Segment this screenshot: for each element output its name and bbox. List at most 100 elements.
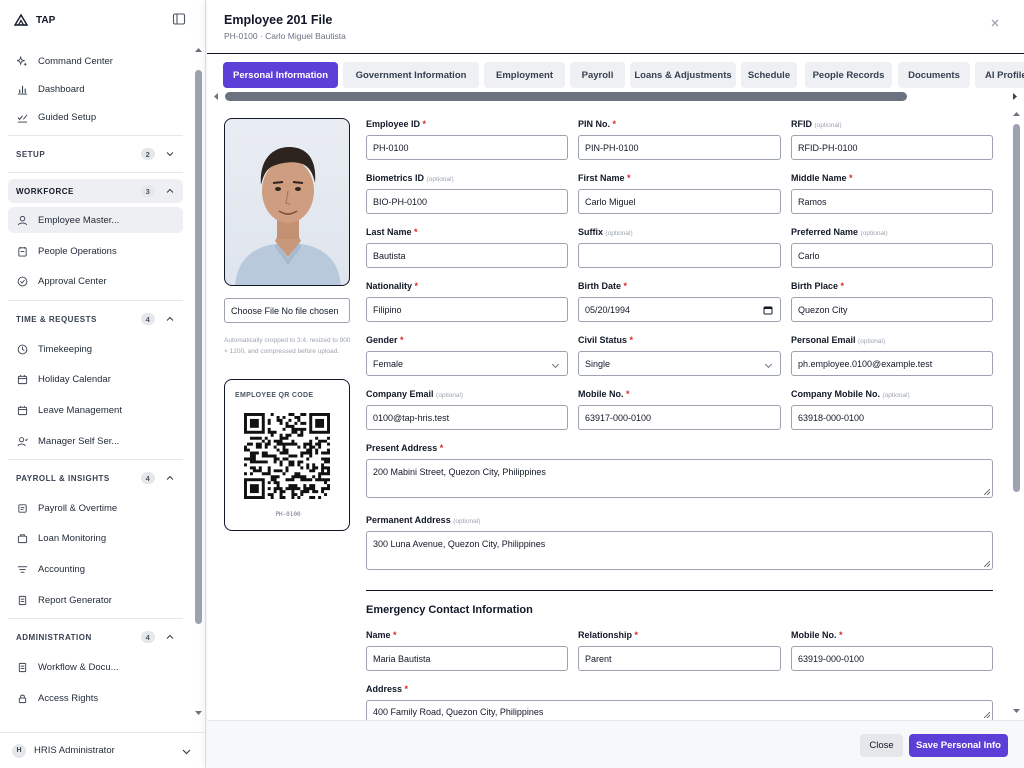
section-label: SETUP xyxy=(16,149,46,159)
sidebar-item-timekeeping[interactable]: Timekeeping xyxy=(8,336,183,362)
sidebar-toggle-icon[interactable] xyxy=(172,12,186,26)
user-icon xyxy=(17,215,28,225)
preferred-name-input[interactable]: Carlo xyxy=(791,243,993,268)
chevron-down-icon xyxy=(166,152,174,157)
sidebar-item-employee-master[interactable]: Employee Master... xyxy=(8,207,183,233)
employee-201-modal: Employee 201 File PH-0100 · Carlo Miguel… xyxy=(207,0,1024,768)
tab-government-information[interactable]: Government Information xyxy=(343,62,479,88)
app-brand[interactable]: TAP xyxy=(14,10,55,30)
tab-loans-adjustments[interactable]: Loans & Adjustments xyxy=(630,62,736,88)
tab-personal-information[interactable]: Personal Information xyxy=(223,62,338,88)
section-count-badge: 4 xyxy=(141,313,155,325)
user-menu[interactable]: H HRIS Administrator xyxy=(0,732,206,768)
sidebar-item-label: Leave Management xyxy=(38,404,122,416)
sidebar-item-report-generator[interactable]: Report Generator xyxy=(8,587,183,613)
relationship-input[interactable]: Parent xyxy=(578,646,781,671)
pin-input[interactable]: PIN-PH-0100 xyxy=(578,135,781,160)
section-time-requests[interactable]: TIME & REQUESTS 4 xyxy=(8,307,183,331)
sidebar-item-accounting[interactable]: Accounting xyxy=(8,556,183,582)
sidebar-divider xyxy=(8,618,183,619)
close-icon[interactable] xyxy=(990,18,1000,28)
scroll-up-arrow-icon[interactable] xyxy=(1012,110,1021,118)
modal-subtitle: PH-0100 · Carlo Miguel Bautista xyxy=(224,31,346,41)
employee-photo xyxy=(224,118,350,286)
emergency-name-input[interactable]: Maria Bautista xyxy=(366,646,568,671)
tab-schedule[interactable]: Schedule xyxy=(741,62,797,88)
sidebar-item-loan-monitoring[interactable]: Loan Monitoring xyxy=(8,525,183,551)
section-administration[interactable]: ADMINISTRATION 4 xyxy=(8,625,183,649)
sidebar-item-label: People Operations xyxy=(38,245,117,257)
gender-select[interactable]: Female xyxy=(366,351,568,376)
content-scrollbar-thumb[interactable] xyxy=(1013,124,1020,492)
emergency-address-textarea[interactable]: 400 Family Road, Quezon City, Philippine… xyxy=(366,700,993,720)
sidebar-item-dashboard[interactable]: Dashboard xyxy=(8,76,183,102)
emergency-mobile-input[interactable]: 63919-000-0100 xyxy=(791,646,993,671)
close-button[interactable]: Close xyxy=(860,734,903,757)
rfid-input[interactable]: RFID-PH-0100 xyxy=(791,135,993,160)
calendar-icon[interactable] xyxy=(763,305,773,315)
sidebar-item-label: Workflow & Docu... xyxy=(38,661,119,673)
nationality-input[interactable]: Filipino xyxy=(366,297,568,322)
last-name-label: Last Name * xyxy=(366,227,418,237)
last-name-input[interactable]: Bautista xyxy=(366,243,568,268)
section-workforce[interactable]: WORKFORCE 3 xyxy=(8,179,183,203)
receipt-icon xyxy=(18,503,27,513)
document-icon xyxy=(18,595,27,605)
sidebar-item-people-operations[interactable]: People Operations xyxy=(8,238,183,264)
section-setup[interactable]: SETUP 2 xyxy=(8,142,183,166)
scroll-left-arrow-icon[interactable] xyxy=(212,92,220,101)
sidebar-item-access-rights[interactable]: Access Rights xyxy=(8,685,183,711)
permanent-address-textarea[interactable]: 300 Luna Avenue, Quezon City, Philippine… xyxy=(366,531,993,570)
suffix-input[interactable] xyxy=(578,243,781,268)
modal-title: Employee 201 File xyxy=(224,13,333,27)
sidebar-item-leave-management[interactable]: Leave Management xyxy=(8,397,183,423)
tab-scrollbar-thumb[interactable] xyxy=(225,92,907,101)
sidebar-item-workflow-documents[interactable]: Workflow & Docu... xyxy=(8,654,183,680)
sidebar-item-label: Loan Monitoring xyxy=(38,532,107,544)
sidebar-item-command-center[interactable]: Command Center xyxy=(8,48,183,74)
scroll-down-arrow-icon[interactable] xyxy=(194,709,203,717)
birth-place-input[interactable]: Quezon City xyxy=(791,297,993,322)
scroll-down-arrow-icon[interactable] xyxy=(1012,707,1021,715)
section-payroll-insights[interactable]: PAYROLL & INSIGHTS 4 xyxy=(8,466,183,490)
scroll-right-arrow-icon[interactable] xyxy=(1011,92,1019,101)
chevron-down-icon xyxy=(182,749,191,755)
middle-name-input[interactable]: Ramos xyxy=(791,189,993,214)
first-name-label: First Name * xyxy=(578,173,631,183)
sidebar-scrollbar-thumb[interactable] xyxy=(195,70,202,624)
sidebar-item-manager-self-service[interactable]: Manager Self Ser... xyxy=(8,428,183,454)
sidebar-item-label: Manager Self Ser... xyxy=(38,435,120,447)
tab-ai-profile[interactable]: AI Profile xyxy=(975,62,1024,88)
company-email-input[interactable]: 0100@tap-hris.test xyxy=(366,405,568,430)
scroll-up-arrow-icon[interactable] xyxy=(194,46,203,54)
personal-email-input[interactable]: ph.employee.0100@example.test xyxy=(791,351,993,376)
chevron-up-icon xyxy=(166,475,174,480)
tab-documents[interactable]: Documents xyxy=(898,62,970,88)
section-count-badge: 2 xyxy=(141,148,155,160)
section-count-badge: 4 xyxy=(141,472,155,484)
birth-date-input[interactable]: 05/20/1994 xyxy=(578,297,781,322)
gender-label: Gender * xyxy=(366,335,404,345)
first-name-input[interactable]: Carlo Miguel xyxy=(578,189,781,214)
tab-employment[interactable]: Employment xyxy=(484,62,565,88)
mobile-input[interactable]: 63917-000-0100 xyxy=(578,405,781,430)
sidebar-item-payroll-overtime[interactable]: Payroll & Overtime xyxy=(8,495,183,521)
present-address-textarea[interactable]: 200 Mabini Street, Quezon City, Philippi… xyxy=(366,459,993,498)
tab-payroll[interactable]: Payroll xyxy=(570,62,625,88)
civil-status-select[interactable]: Single xyxy=(578,351,781,376)
header-divider xyxy=(207,53,1024,54)
calendar-icon xyxy=(17,374,28,384)
company-mobile-input[interactable]: 63918-000-0100 xyxy=(791,405,993,430)
tab-people-records[interactable]: People Records xyxy=(805,62,892,88)
save-personal-info-button[interactable]: Save Personal Info xyxy=(909,734,1008,757)
sidebar-item-label: Employee Master... xyxy=(38,214,120,226)
employee-id-input[interactable]: PH-0100 xyxy=(366,135,568,160)
biometrics-id-input[interactable]: BIO-PH-0100 xyxy=(366,189,568,214)
sidebar-item-guided-setup[interactable]: Guided Setup xyxy=(8,104,183,130)
sidebar-item-holiday-calendar[interactable]: Holiday Calendar xyxy=(8,366,183,392)
briefcase-icon xyxy=(17,533,28,543)
sidebar-item-approval-center[interactable]: Approval Center xyxy=(8,268,183,294)
personal-email-label: Personal Email (optional) xyxy=(791,335,886,345)
photo-upload-input[interactable]: Choose File No file chosen xyxy=(224,298,350,323)
qr-title: EMPLOYEE QR CODE xyxy=(235,392,314,399)
